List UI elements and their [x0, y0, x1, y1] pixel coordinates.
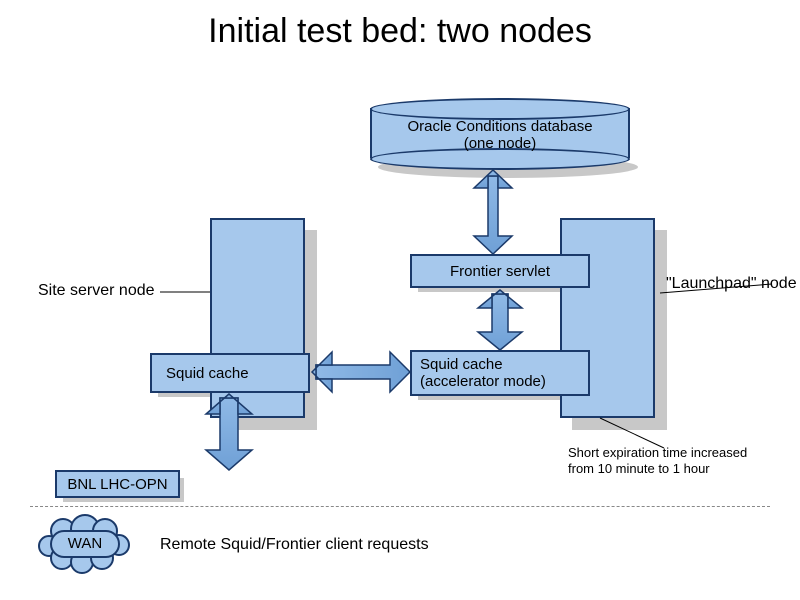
frontier-servlet-box: Frontier servlet [410, 254, 590, 288]
bnl-lhc-opn-box: BNL LHC-OPN [55, 470, 180, 498]
arrow-db-to-frontier [474, 170, 512, 254]
expiration-note-line2: from 10 minute to 1 hour [568, 461, 788, 477]
oracle-db-label-line2: (one node) [370, 135, 630, 152]
squid-cache-left-box: Squid cache [150, 353, 310, 393]
arrow-frontier-to-squid-right [478, 290, 522, 350]
wan-cloud: WAN [40, 520, 130, 570]
remote-requests-label: Remote Squid/Frontier client requests [160, 536, 429, 554]
wan-label: WAN [40, 535, 130, 552]
squid-cache-right-box: Squid cache (accelerator mode) [410, 350, 590, 396]
squid-cache-right-label-2: (accelerator mode) [420, 373, 546, 390]
oracle-db-label: Oracle Conditions database (one node) [370, 118, 630, 153]
frontier-servlet-label: Frontier servlet [450, 263, 550, 280]
launchpad-node-label: "Launchpad" node [666, 275, 797, 293]
connector-arrows [0, 0, 800, 600]
squid-cache-right-label-1: Squid cache [420, 356, 503, 373]
page-title: Initial test bed: two nodes [0, 12, 800, 51]
expiration-note: Short expiration time increased from 10 … [568, 445, 788, 476]
squid-cache-left-label: Squid cache [166, 365, 249, 382]
site-server-node-label: Site server node [38, 282, 155, 300]
bnl-lhc-opn-label: BNL LHC-OPN [67, 476, 167, 493]
arrow-squid-left-right [312, 352, 410, 392]
expiration-note-line1: Short expiration time increased [568, 445, 788, 461]
oracle-db-cylinder: Oracle Conditions database (one node) [370, 98, 630, 168]
network-boundary-line [30, 506, 770, 507]
oracle-db-label-line1: Oracle Conditions database [370, 118, 630, 135]
